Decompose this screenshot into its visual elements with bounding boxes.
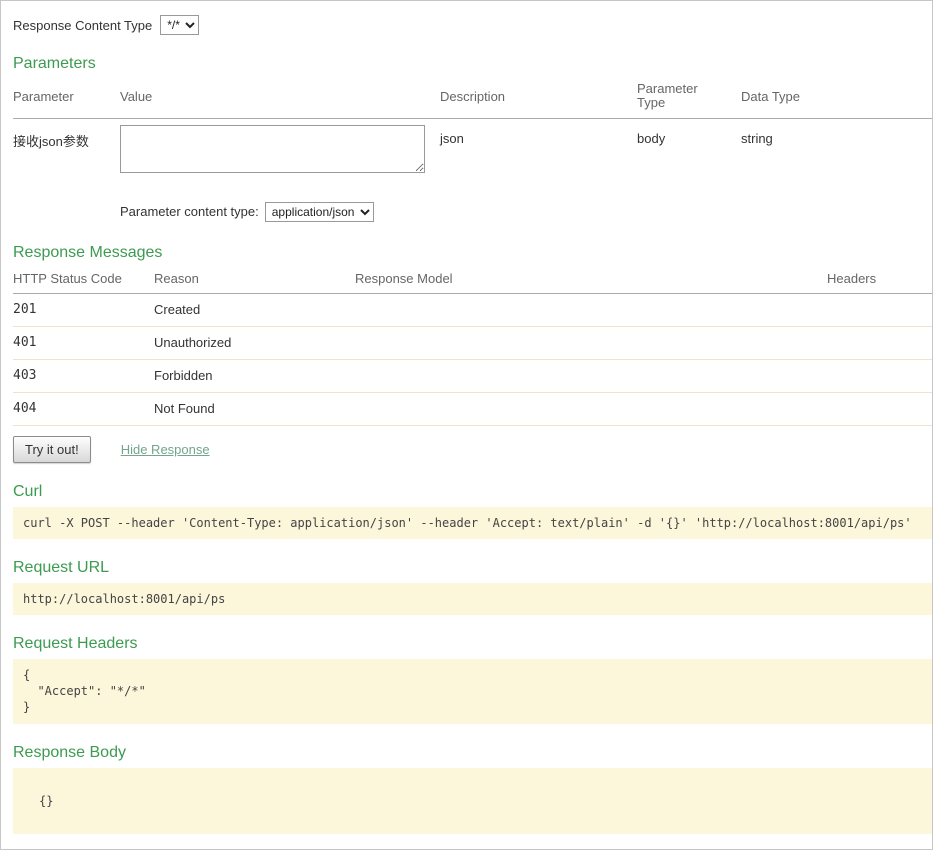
parameter-data-type: string [741, 118, 932, 180]
col-parameter-type-label: Parameter Type [637, 82, 709, 111]
curl-command: curl -X POST --header 'Content-Type: app… [13, 507, 932, 539]
response-messages-heading: Response Messages [13, 244, 932, 262]
status-reason: Created [154, 293, 355, 326]
parameter-value-cell [120, 118, 440, 180]
request-url-heading: Request URL [13, 559, 932, 577]
status-code: 404 [13, 392, 154, 425]
status-reason: Forbidden [154, 359, 355, 392]
status-code: 201 [13, 293, 154, 326]
status-reason: Not Found [154, 392, 355, 425]
actions-row: Try it out! Hide Response [13, 436, 932, 463]
response-headers [827, 326, 932, 359]
curl-heading: Curl [13, 483, 932, 501]
parameters-header-row: Parameter Value Description Parameter Ty… [13, 79, 932, 118]
response-body-heading: Response Body [13, 744, 932, 762]
response-headers [827, 359, 932, 392]
response-message-row: 403 Forbidden [13, 359, 932, 392]
response-body-value: {} [13, 768, 932, 834]
parameter-name: 接收json参数 [13, 118, 120, 180]
response-content-type-row: Response Content Type */* [13, 15, 932, 35]
col-headers: Headers [827, 268, 932, 294]
response-model [355, 326, 827, 359]
status-code: 403 [13, 359, 154, 392]
request-headers-value: { "Accept": "*/*" } [13, 659, 932, 724]
response-message-row: 401 Unauthorized [13, 326, 932, 359]
request-headers-heading: Request Headers [13, 635, 932, 653]
response-headers [827, 392, 932, 425]
response-messages-header-row: HTTP Status Code Reason Response Model H… [13, 268, 932, 294]
response-model [355, 293, 827, 326]
response-model [355, 359, 827, 392]
request-url-value: http://localhost:8001/api/ps [13, 583, 932, 615]
parameter-content-type-label: Parameter content type: [120, 204, 259, 219]
col-description: Description [440, 79, 637, 118]
response-content-type-label: Response Content Type [13, 18, 152, 33]
status-reason: Unauthorized [154, 326, 355, 359]
col-http-status-code: HTTP Status Code [13, 268, 154, 294]
swagger-operation-content: Response Content Type */* Parameters Par… [0, 0, 933, 850]
col-data-type: Data Type [741, 79, 932, 118]
parameters-heading: Parameters [13, 55, 932, 73]
response-content-type-select[interactable]: */* [160, 15, 199, 35]
parameter-description: json [440, 118, 637, 180]
col-response-model: Response Model [355, 268, 827, 294]
col-parameter-type: Parameter Type [637, 79, 741, 118]
status-code: 401 [13, 326, 154, 359]
col-reason: Reason [154, 268, 355, 294]
parameter-content-type-select[interactable]: application/json [265, 202, 374, 222]
response-message-row: 404 Not Found [13, 392, 932, 425]
response-headers [827, 293, 932, 326]
col-value: Value [120, 79, 440, 118]
try-it-out-button[interactable]: Try it out! [13, 436, 91, 463]
parameter-type: body [637, 118, 741, 180]
parameters-table: Parameter Value Description Parameter Ty… [13, 79, 932, 224]
response-model [355, 392, 827, 425]
hide-response-link[interactable]: Hide Response [121, 442, 210, 457]
col-parameter: Parameter [13, 79, 120, 118]
parameter-content-type-row: Parameter content type: application/json [13, 180, 932, 224]
response-message-row: 201 Created [13, 293, 932, 326]
parameter-row: 接收json参数 json body string [13, 118, 932, 180]
parameter-value-textarea[interactable] [120, 125, 425, 173]
response-messages-table: HTTP Status Code Reason Response Model H… [13, 268, 932, 426]
